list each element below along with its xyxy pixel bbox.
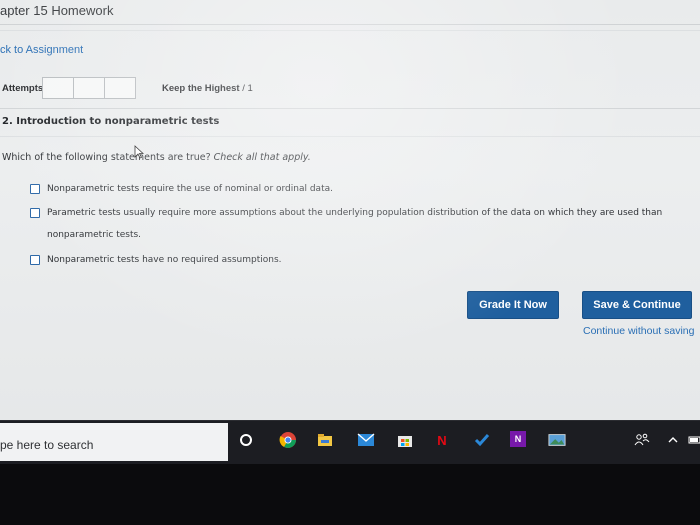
attempt-box-1 [42, 77, 74, 99]
option-1-label: Nonparametric tests require the use of n… [47, 184, 333, 194]
option-3[interactable]: Nonparametric tests have no required ass… [30, 249, 697, 271]
keep-highest-label: Keep the Highest / 1 [162, 83, 253, 94]
image-icon[interactable] [548, 431, 566, 449]
store-icon[interactable] [396, 431, 414, 449]
option-3-checkbox[interactable] [30, 255, 40, 265]
attempts-label: Attempts [2, 83, 44, 94]
file-explorer-icon[interactable] [316, 431, 334, 449]
cortana-icon[interactable] [237, 431, 255, 449]
browser-page: apter 15 Homework ck to Assignment Attem… [0, 0, 700, 420]
header-divider [0, 24, 700, 25]
windows-taskbar: pe here to search N N [0, 420, 700, 464]
page-title: apter 15 Homework [0, 3, 114, 18]
back-to-assignment-link[interactable]: ck to Assignment [0, 44, 83, 56]
netflix-icon[interactable]: N [433, 431, 451, 449]
option-1-checkbox[interactable] [30, 184, 40, 194]
chevron-up-icon[interactable] [664, 431, 682, 449]
option-2-label: Parametric tests usually require more as… [47, 208, 663, 240]
question-title: 2. Introduction to nonparametric tests [2, 116, 220, 127]
keep-highest-value: / 1 [242, 83, 253, 94]
option-2[interactable]: Parametric tests usually require more as… [30, 202, 697, 246]
onenote-icon[interactable]: N [510, 431, 526, 447]
mail-icon[interactable] [357, 431, 375, 449]
attempt-box-2 [73, 77, 105, 99]
question-prompt-text: Which of the following statements are tr… [2, 152, 211, 163]
battery-icon[interactable] [686, 431, 700, 449]
mouse-cursor-icon [134, 145, 144, 159]
question-prompt: Which of the following statements are tr… [2, 152, 311, 163]
option-1[interactable]: Nonparametric tests require the use of n… [30, 178, 697, 200]
question-instruction: Check all that apply. [213, 152, 311, 163]
grade-it-now-button[interactable]: Grade It Now [467, 291, 559, 319]
attempt-box-3 [104, 77, 136, 99]
question-divider-bottom [0, 136, 700, 137]
chrome-icon[interactable] [279, 431, 297, 449]
question-divider-top [0, 108, 700, 109]
option-2-checkbox[interactable] [30, 208, 40, 218]
keep-highest-text: Keep the Highest [162, 83, 240, 94]
monitor-bezel [0, 464, 700, 525]
header-divider-lower [0, 30, 700, 31]
taskbar-search-box[interactable]: pe here to search [0, 423, 228, 461]
attempts-row: Attempts Keep the Highest / 1 [0, 76, 700, 102]
todo-icon[interactable] [473, 431, 491, 449]
people-icon[interactable] [633, 431, 651, 449]
continue-without-saving-link[interactable]: Continue without saving [583, 325, 695, 337]
save-and-continue-button[interactable]: Save & Continue [582, 291, 692, 319]
taskbar-search-placeholder: pe here to search [0, 438, 94, 452]
option-3-label: Nonparametric tests have no required ass… [47, 255, 282, 265]
